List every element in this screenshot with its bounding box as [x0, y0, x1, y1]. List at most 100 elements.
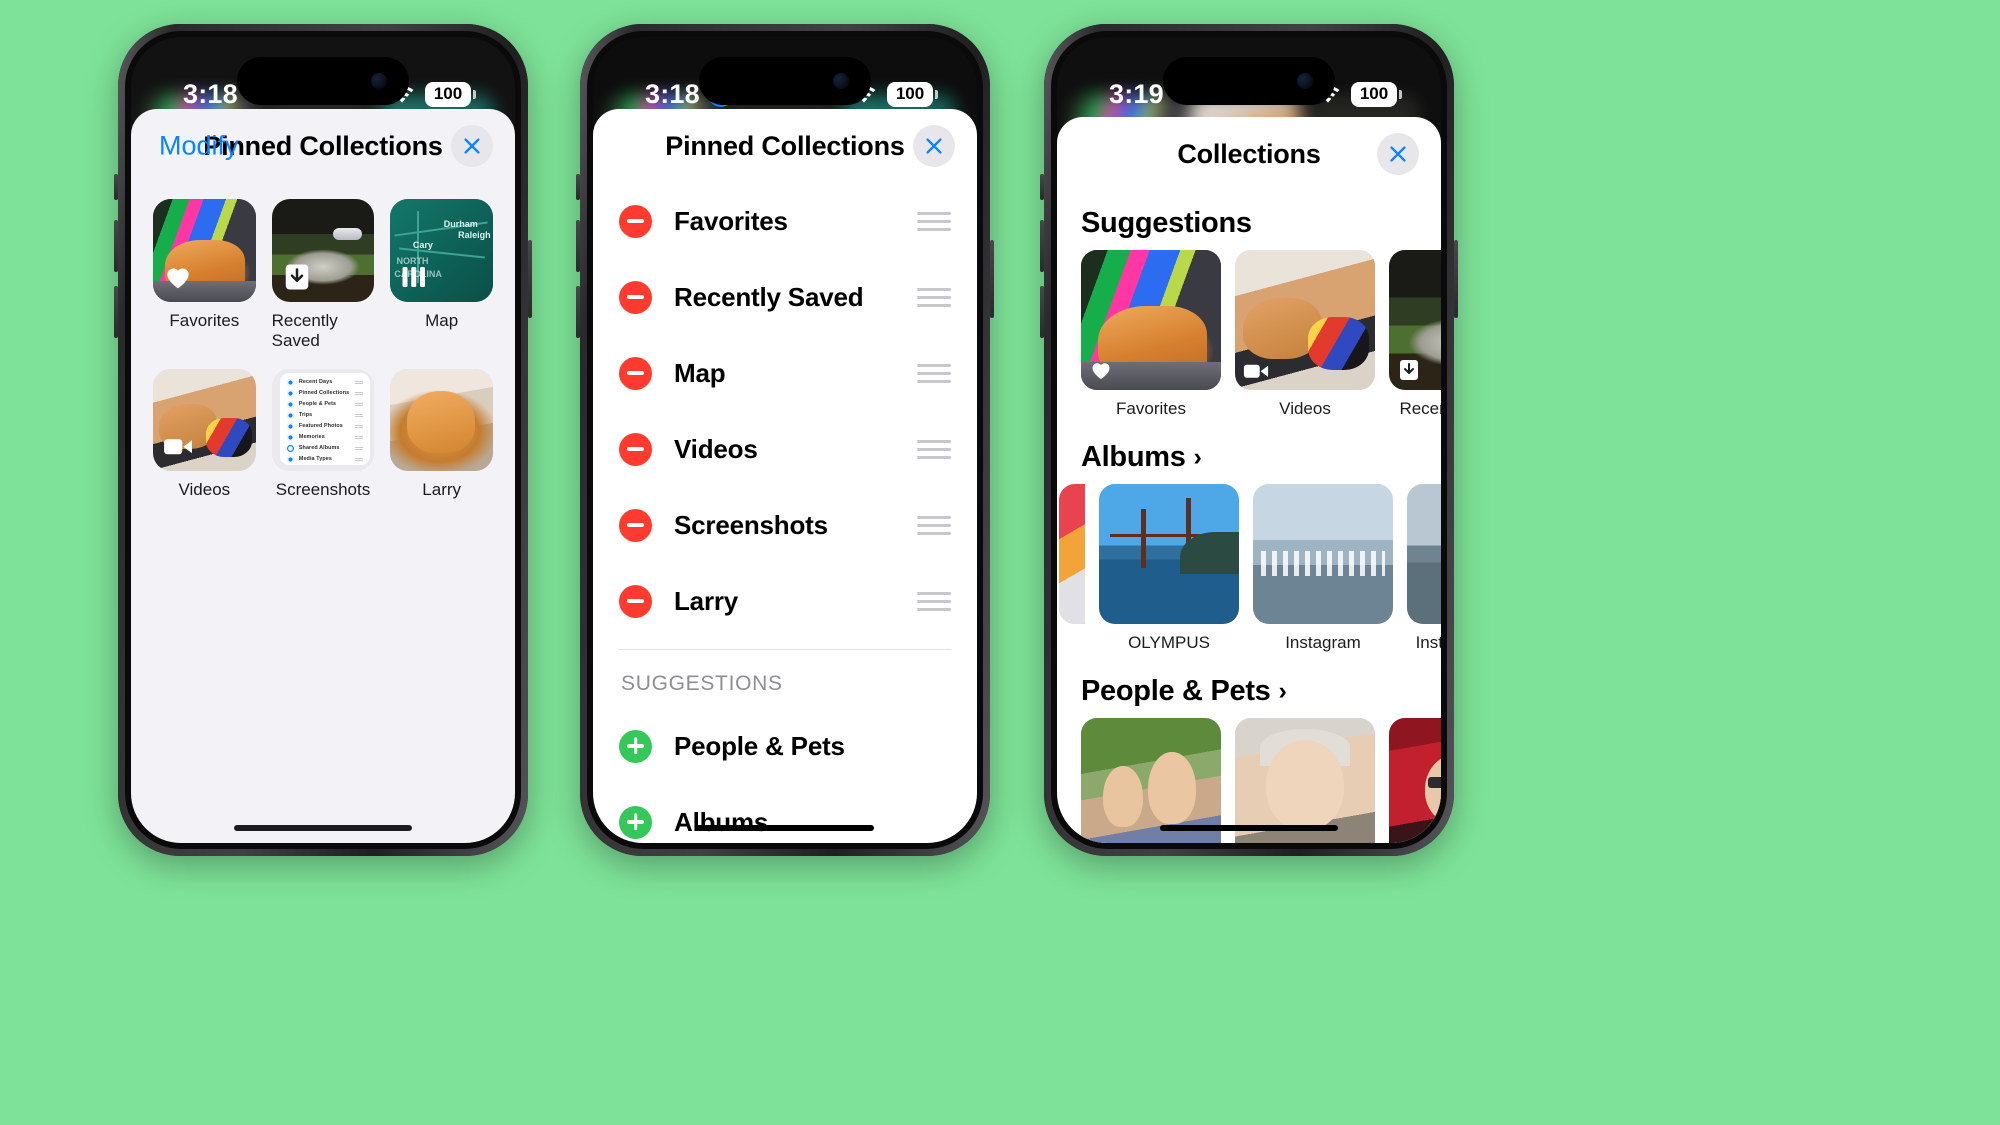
thumbnail[interactable]: [1235, 250, 1375, 390]
carousel-item-videos[interactable]: Videos: [1235, 250, 1375, 419]
remove-icon[interactable]: [619, 432, 652, 466]
pinned-collections-edit-sheet: Pinned Collections Favorites Recently Sa…: [593, 109, 977, 843]
section-title-albums[interactable]: Albums ›: [1057, 425, 1441, 484]
section-title-text: Albums: [1081, 441, 1186, 473]
thumbnail[interactable]: Recent Days Pinned Collections People & …: [271, 368, 375, 472]
row-label: Screenshots: [674, 509, 828, 540]
grid-item-screenshots[interactable]: Recent Days Pinned Collections People & …: [271, 368, 375, 501]
carousel-item-peek-left[interactable]: [1059, 484, 1085, 653]
volume-up-button[interactable]: [576, 174, 580, 200]
sheet-title: Pinned Collections: [203, 130, 443, 161]
photo-cat-larry: [390, 368, 493, 472]
power-button[interactable]: [1454, 240, 1458, 318]
heart-icon: [1089, 358, 1113, 382]
grid-item-map[interactable]: Durham Raleigh Cary NORTH CAROLINA Map: [390, 199, 493, 351]
grid-item-recently-saved[interactable]: Recently Saved: [271, 199, 375, 351]
close-button[interactable]: [451, 125, 493, 167]
home-indicator[interactable]: [696, 825, 874, 831]
video-icon: [1243, 362, 1269, 382]
list-row-larry[interactable]: Larry: [593, 563, 977, 639]
albums-carousel[interactable]: OLYMPUS Instagram Insta360 ONE X: [1057, 484, 1441, 659]
thumbnail[interactable]: [1253, 484, 1393, 624]
section-title-suggestions: Suggestions: [1057, 191, 1441, 250]
list-row-screenshots[interactable]: Screenshots: [593, 487, 977, 563]
suggestions-carousel[interactable]: Favorites Videos Rece: [1057, 250, 1441, 425]
close-icon: [1390, 146, 1406, 162]
volume-down-button[interactable]: [114, 220, 118, 272]
volume-down-button[interactable]: [576, 220, 580, 272]
volume-down-button[interactable]: [1040, 220, 1044, 272]
shot-item: People & Pets: [298, 401, 337, 408]
dynamic-island: [699, 57, 871, 105]
close-button[interactable]: [913, 125, 955, 167]
shot-item: Media Types: [298, 456, 332, 463]
sheet-title: Collections: [1177, 138, 1321, 169]
carousel-item-label: Instagram: [1285, 633, 1361, 652]
close-button[interactable]: [1377, 133, 1419, 175]
home-indicator[interactable]: [234, 825, 412, 831]
shot-item: Shared Albums: [298, 445, 340, 452]
reorder-handle-icon[interactable]: [917, 439, 951, 459]
download-icon: [282, 262, 312, 292]
carousel-item-instagram[interactable]: Instagram: [1253, 484, 1393, 653]
volume-up-button[interactable]: [114, 174, 118, 200]
thumbnail[interactable]: [1081, 250, 1221, 390]
volume-lower-button[interactable]: [1040, 286, 1044, 338]
remove-icon[interactable]: [619, 584, 652, 618]
video-icon: [163, 431, 193, 461]
dynamic-island: [237, 57, 409, 105]
remove-icon[interactable]: [619, 280, 652, 314]
power-button[interactable]: [990, 240, 994, 318]
list-row-map[interactable]: Map: [593, 335, 977, 411]
reorder-handle-icon[interactable]: [917, 363, 951, 383]
thumbnail[interactable]: [1407, 484, 1441, 624]
chevron-right-icon: ›: [1278, 677, 1287, 705]
remove-icon[interactable]: [619, 356, 652, 390]
thumbnail[interactable]: [271, 199, 375, 302]
thumbnail[interactable]: [1099, 484, 1239, 624]
thumbnail[interactable]: [1389, 718, 1441, 843]
home-indicator[interactable]: [1160, 825, 1338, 831]
volume-lower-button[interactable]: [576, 286, 580, 338]
shot-item: Pinned Collections: [298, 390, 350, 397]
modify-button[interactable]: Modify: [159, 131, 239, 162]
close-icon: [926, 138, 942, 154]
thumbnail[interactable]: [153, 368, 256, 472]
carousel-item-recently-saved[interactable]: Recently Saved: [1389, 250, 1441, 419]
collections-sheet: Collections Suggestions Favorites Videos…: [1057, 117, 1441, 843]
reorder-handle-icon[interactable]: [917, 515, 951, 535]
grid-item-larry[interactable]: Larry: [390, 368, 493, 501]
grid-item-videos[interactable]: Videos: [153, 368, 256, 501]
reorder-handle-icon[interactable]: [917, 287, 951, 307]
suggestion-row-albums[interactable]: Albums: [593, 784, 977, 843]
grid-item-label: Favorites: [169, 310, 240, 330]
list-row-favorites[interactable]: Favorites: [593, 183, 977, 259]
remove-icon[interactable]: [619, 204, 652, 238]
volume-up-button[interactable]: [1040, 174, 1044, 200]
pinned-collections-sheet: Modify Pinned Collections Favorites Rece…: [131, 109, 515, 843]
thumbnail[interactable]: [390, 368, 493, 472]
power-button[interactable]: [528, 240, 532, 318]
reorder-handle-icon[interactable]: [917, 591, 951, 611]
thumbnail[interactable]: Durham Raleigh Cary NORTH CAROLINA: [390, 199, 493, 302]
carousel-item-olympus[interactable]: OLYMPUS: [1099, 484, 1239, 653]
grid-item-favorites[interactable]: Favorites: [153, 199, 256, 351]
add-icon[interactable]: [619, 805, 652, 839]
section-title-people-pets[interactable]: People & Pets ›: [1057, 659, 1441, 718]
download-icon: [1397, 358, 1421, 382]
list-row-videos[interactable]: Videos: [593, 411, 977, 487]
reorder-handle-icon[interactable]: [917, 211, 951, 231]
remove-icon[interactable]: [619, 508, 652, 542]
carousel-item-insta360[interactable]: Insta360 ONE X: [1407, 484, 1441, 653]
add-icon[interactable]: [619, 729, 652, 763]
volume-lower-button[interactable]: [114, 286, 118, 338]
suggestion-row-people-pets[interactable]: People & Pets: [593, 708, 977, 784]
thumbnail[interactable]: [153, 199, 256, 302]
thumbnail[interactable]: [1389, 250, 1441, 390]
thumbnail[interactable]: [1059, 484, 1085, 624]
list-row-recently-saved[interactable]: Recently Saved: [593, 259, 977, 335]
carousel-item-label: Videos: [1279, 399, 1331, 418]
carousel-item-james[interactable]: James: [1389, 718, 1441, 843]
screenshot-list-preview: Recent Days Pinned Collections People & …: [279, 372, 371, 466]
carousel-item-favorites[interactable]: Favorites: [1081, 250, 1221, 419]
